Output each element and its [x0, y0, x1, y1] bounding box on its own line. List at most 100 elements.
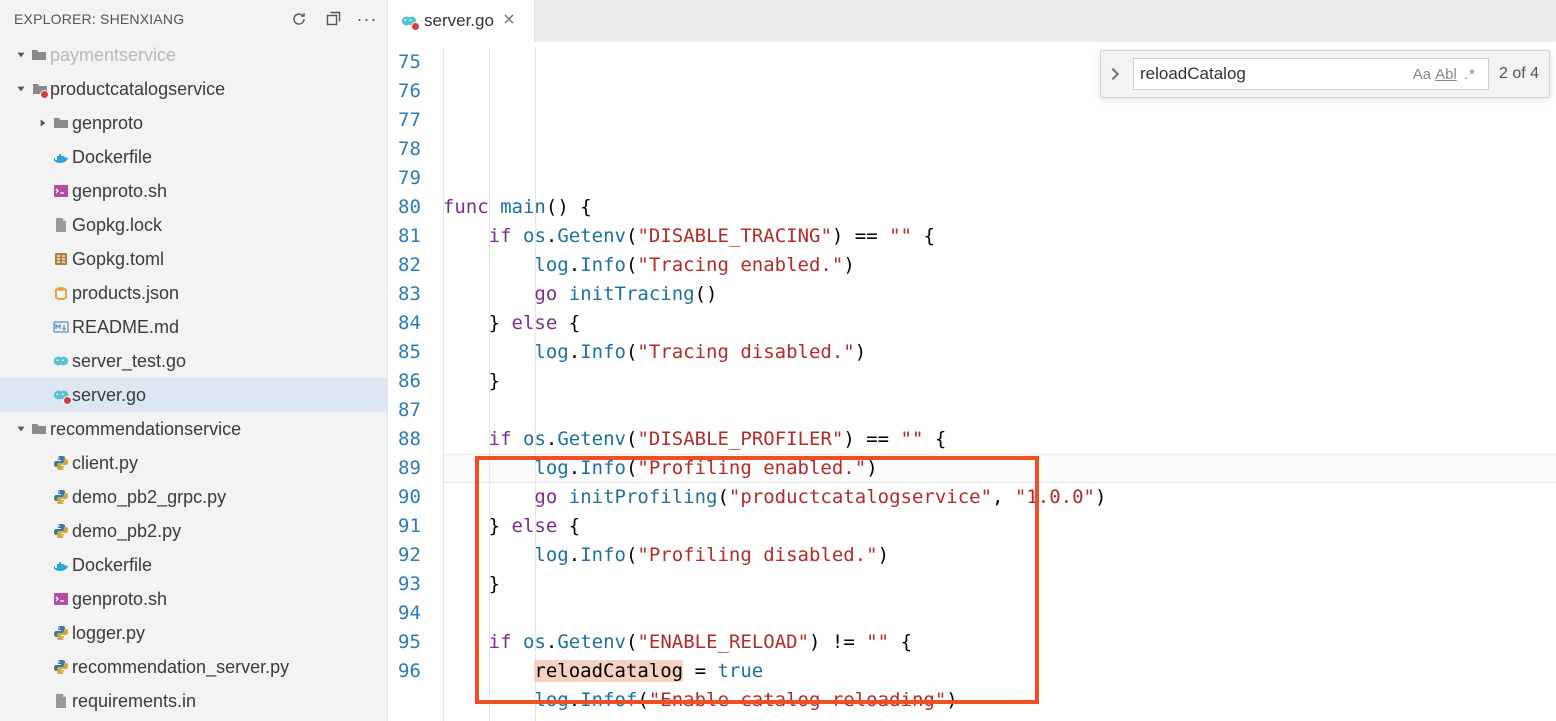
line-number: 78 — [398, 135, 421, 164]
code-line[interactable]: func main() { — [443, 193, 1556, 222]
tree-item-label: genproto — [72, 113, 143, 134]
code-line[interactable]: reloadCatalog = true — [443, 657, 1556, 686]
tree-item-genproto[interactable]: genproto — [0, 106, 387, 140]
tree-item-label: server.go — [72, 385, 146, 406]
tree-item-label: recommendationservice — [50, 419, 241, 440]
file-icon — [50, 217, 72, 233]
toml-icon — [50, 251, 72, 267]
tree-item-label: demo_pb2_grpc.py — [72, 487, 226, 508]
code-line[interactable]: if os.Getenv("DISABLE_TRACING") == "" { — [443, 222, 1556, 251]
line-number: 82 — [398, 251, 421, 280]
tree-item-label: Dockerfile — [72, 555, 152, 576]
sh-icon — [50, 183, 72, 199]
docker-icon — [50, 557, 72, 573]
tree-item-label: Gopkg.lock — [72, 215, 162, 236]
line-number: 93 — [398, 570, 421, 599]
tree-item-label: server_test.go — [72, 351, 186, 372]
line-number: 75 — [398, 48, 421, 77]
line-number: 83 — [398, 280, 421, 309]
editor-body[interactable]: Aa Abl .* 2 of 4 75767778798081828384858… — [388, 42, 1556, 721]
code-area[interactable]: func main() { if os.Getenv("DISABLE_TRAC… — [443, 48, 1556, 721]
tree-item-recommendationservice[interactable]: recommendationservice — [0, 412, 387, 446]
py-icon — [50, 489, 72, 505]
tree-item-genproto.sh2[interactable]: genproto.sh — [0, 582, 387, 616]
line-number: 92 — [398, 541, 421, 570]
code-line[interactable]: } else { — [443, 309, 1556, 338]
tree-item-label: client.py — [72, 453, 138, 474]
code-line[interactable]: if os.Getenv("ENABLE_RELOAD") != "" { — [443, 628, 1556, 657]
collapse-all-icon[interactable] — [323, 9, 343, 29]
tree-item-demo_pb2_grpc.py[interactable]: demo_pb2_grpc.py — [0, 480, 387, 514]
explorer-title: EXPLORER: SHENXIANG — [14, 11, 289, 27]
twisty-icon[interactable] — [36, 115, 50, 131]
line-number: 86 — [398, 367, 421, 396]
code-line[interactable]: go initTracing() — [443, 280, 1556, 309]
code-line[interactable]: log.Infof("Enable catalog reloading") — [443, 686, 1556, 715]
docker-icon — [50, 149, 72, 165]
code-line[interactable] — [443, 396, 1556, 425]
tab-close-icon[interactable] — [500, 9, 518, 33]
py-icon — [50, 625, 72, 641]
tree-item-demo_pb2.py[interactable]: demo_pb2.py — [0, 514, 387, 548]
code-line[interactable]: log.Info("Tracing enabled.") — [443, 251, 1556, 280]
code-line[interactable]: } — [443, 367, 1556, 396]
code-line[interactable]: log.Info("Profiling disabled.") — [443, 541, 1556, 570]
code-line[interactable]: log.Info("Tracing disabled.") — [443, 338, 1556, 367]
tree-item-server.go[interactable]: server.go — [0, 378, 387, 412]
line-number: 87 — [398, 396, 421, 425]
tree-item-label: genproto.sh — [72, 181, 167, 202]
line-number: 95 — [398, 628, 421, 657]
tree-item-README.md[interactable]: README.md — [0, 310, 387, 344]
code-line[interactable]: } else { — [443, 512, 1556, 541]
tree-item-label: recommendation_server.py — [72, 657, 289, 678]
tree-item-label: products.json — [72, 283, 179, 304]
tree-item-paymentservice[interactable]: paymentservice — [0, 38, 387, 72]
tree-item-recommendation_server.py[interactable]: recommendation_server.py — [0, 650, 387, 684]
tree-item-Gopkg.lock[interactable]: Gopkg.lock — [0, 208, 387, 242]
line-number: 81 — [398, 222, 421, 251]
tree-item-products.json[interactable]: products.json — [0, 276, 387, 310]
line-number: 84 — [398, 309, 421, 338]
twisty-icon[interactable] — [14, 81, 28, 97]
tree-item-server_test.go[interactable]: server_test.go — [0, 344, 387, 378]
more-icon[interactable]: ··· — [357, 9, 377, 29]
tree-item-Gopkg.toml[interactable]: Gopkg.toml — [0, 242, 387, 276]
line-numbers: 7576777879808182838485868788899091929394… — [388, 48, 443, 721]
twisty-icon[interactable] — [14, 47, 28, 63]
code-line[interactable] — [443, 599, 1556, 628]
line-number: 77 — [398, 106, 421, 135]
tree-item-label: requirements.in — [72, 691, 196, 712]
folder-icon — [28, 47, 50, 63]
go-icon — [50, 353, 72, 369]
line-number: 94 — [398, 599, 421, 628]
file-icon — [50, 693, 72, 709]
line-number: 89 — [398, 454, 421, 483]
py-icon — [50, 455, 72, 471]
tree-item-label: Gopkg.toml — [72, 249, 164, 270]
code-line[interactable]: log.Info("Profiling enabled.") — [443, 454, 1556, 483]
editor-tabs: server.go — [388, 0, 1556, 42]
tree-item-logger.py[interactable]: logger.py — [0, 616, 387, 650]
explorer-sidebar: EXPLORER: SHENXIANG ··· paymentservice pr… — [0, 0, 388, 721]
tree-item-Dockerfile1[interactable]: Dockerfile — [0, 140, 387, 174]
py-icon — [50, 659, 72, 675]
line-number: 91 — [398, 512, 421, 541]
tree-item-requirements.in[interactable]: requirements.in — [0, 684, 387, 718]
tab-server-go[interactable]: server.go — [388, 0, 535, 42]
tree-item-productcatalogservice[interactable]: productcatalogservice — [0, 72, 387, 106]
refresh-icon[interactable] — [289, 9, 309, 29]
tree-item-label: demo_pb2.py — [72, 521, 181, 542]
tree-item-genproto.sh[interactable]: genproto.sh — [0, 174, 387, 208]
line-number: 85 — [398, 338, 421, 367]
line-number: 80 — [398, 193, 421, 222]
code-line[interactable]: if os.Getenv("DISABLE_PROFILER") == "" { — [443, 425, 1556, 454]
code-line[interactable]: go initProfiling("productcatalogservice"… — [443, 483, 1556, 512]
go-icon — [50, 387, 72, 403]
tree-item-label: logger.py — [72, 623, 145, 644]
tree-item-Dockerfile2[interactable]: Dockerfile — [0, 548, 387, 582]
code-line[interactable]: } — [443, 570, 1556, 599]
code-line[interactable]: } else { — [443, 715, 1556, 721]
twisty-icon[interactable] — [14, 421, 28, 437]
tree-item-label: productcatalogservice — [50, 79, 225, 100]
tree-item-client.py[interactable]: client.py — [0, 446, 387, 480]
